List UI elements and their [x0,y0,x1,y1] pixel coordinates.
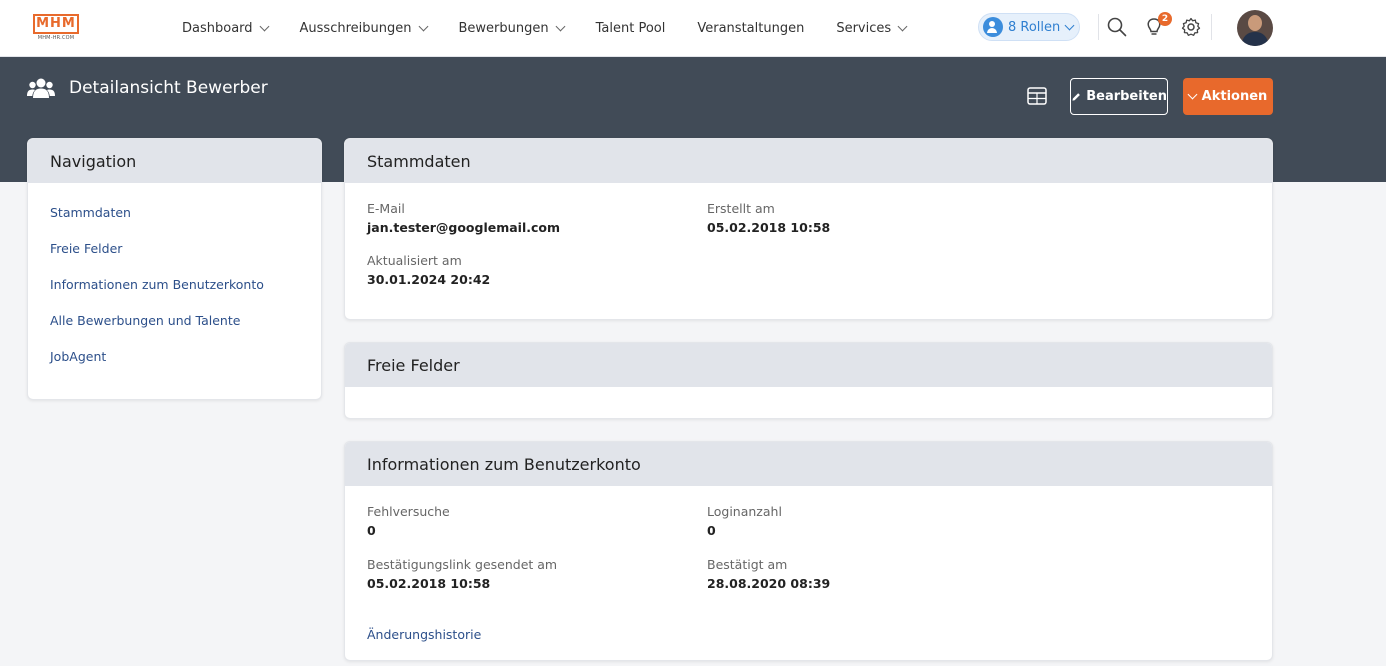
divider [1211,14,1212,40]
navigation-card: Navigation Stammdaten Freie Felder Infor… [27,138,322,400]
email-field: E-Mail jan.tester@googlemail.com [367,201,560,235]
users-icon [27,78,55,98]
chevron-down-icon [897,21,908,32]
main-menu: Dashboard Ausschreibungen Bewerbungen Ta… [182,0,938,57]
menu-label: Services [836,21,892,36]
navigation-list: Stammdaten Freie Felder Informationen zu… [28,183,321,364]
change-history-link[interactable]: Änderungshistorie [367,627,481,642]
benutzerkonto-title: Informationen zum Benutzerkonto [345,442,1272,486]
confirmed-label: Bestätigt am [707,557,788,572]
menu-item-veranstaltungen[interactable]: Veranstaltungen [697,21,804,36]
menu-item-bewerbungen[interactable]: Bewerbungen [458,21,566,36]
updated-label: Aktualisiert am [367,253,462,268]
user-roles-icon [983,17,1003,37]
benutzerkonto-card: Informationen zum Benutzerkonto Fehlvers… [344,441,1273,661]
chevron-down-icon [418,21,428,32]
navigation-title: Navigation [28,139,321,183]
failed-attempts-value: 0 [367,523,376,538]
updated-value: 30.01.2024 20:42 [367,272,491,287]
email-value: jan.tester@googlemail.com [367,220,561,235]
email-label: E-Mail [367,201,405,216]
stammdaten-title: Stammdaten [345,139,1272,183]
search-icon[interactable] [1106,16,1128,38]
chevron-down-icon [259,21,269,32]
link-sent-field: Bestätigungslink gesendet am 05.02.2018 … [367,557,557,591]
freie-felder-card: Freie Felder [344,342,1273,419]
stammdaten-card: Stammdaten E-Mail jan.tester@googlemail.… [344,138,1273,320]
chevron-down-icon [1187,89,1198,100]
logo-subtext: MHM-HR.COM [37,35,75,41]
menu-item-services[interactable]: Services [836,21,908,36]
nav-link-benutzerkonto[interactable]: Informationen zum Benutzerkonto [50,277,321,292]
updated-field: Aktualisiert am 30.01.2024 20:42 [367,253,490,287]
created-label: Erstellt am [707,201,775,216]
actions-button[interactable]: Aktionen [1183,78,1273,115]
failed-attempts-field: Fehlversuche 0 [367,504,450,538]
gear-icon[interactable] [1180,16,1202,38]
table-view-icon[interactable] [1027,87,1047,105]
failed-attempts-label: Fehlversuche [367,504,450,519]
roles-dropdown[interactable]: 8 Rollen [978,13,1080,41]
logo-mark: MHM [33,14,79,34]
link-sent-label: Bestätigungslink gesendet am [367,557,558,572]
confirmed-value: 28.08.2020 08:39 [707,576,831,591]
edit-button[interactable]: Bearbeiten [1070,78,1168,115]
link-sent-value: 05.02.2018 10:58 [367,576,491,591]
menu-item-talent-pool[interactable]: Talent Pool [596,21,666,36]
chevron-down-icon [555,21,566,32]
page-title-area: Detailansicht Bewerber [27,77,268,99]
company-logo[interactable]: MHM MHM-HR.COM [33,14,79,42]
menu-label: Talent Pool [595,21,666,36]
avatar[interactable] [1237,10,1273,46]
menu-item-ausschreibungen[interactable]: Ausschreibungen [299,21,428,36]
nav-link-freie-felder[interactable]: Freie Felder [50,241,321,256]
actions-button-label: Aktionen [1201,89,1268,104]
chevron-down-icon [1064,20,1075,30]
edit-button-label: Bearbeiten [1086,89,1167,104]
created-field: Erstellt am 05.02.2018 10:58 [707,201,830,235]
menu-label: Bewerbungen [458,21,549,36]
notification-badge: 2 [1158,12,1172,26]
pencil-icon [1072,92,1080,101]
login-count-field: Loginanzahl 0 [707,504,782,538]
menu-label: Ausschreibungen [299,21,412,36]
login-count-value: 0 [707,523,716,538]
nav-link-bewerbungen-talente[interactable]: Alle Bewerbungen und Talente [50,313,321,328]
nav-link-jobagent[interactable]: JobAgent [50,349,321,364]
freie-felder-title: Freie Felder [345,343,1272,387]
divider [1098,14,1099,40]
roles-label: 8 Rollen [1008,19,1061,35]
menu-label: Dashboard [182,21,253,36]
confirmed-field: Bestätigt am 28.08.2020 08:39 [707,557,830,591]
menu-label: Veranstaltungen [697,21,805,36]
menu-item-dashboard[interactable]: Dashboard [182,21,269,36]
created-value: 05.02.2018 10:58 [707,220,831,235]
login-count-label: Loginanzahl [707,504,782,519]
top-navbar: MHM MHM-HR.COM Dashboard Ausschreibungen… [0,0,1386,57]
nav-link-stammdaten[interactable]: Stammdaten [50,205,321,220]
page-title: Detailansicht Bewerber [69,78,268,98]
